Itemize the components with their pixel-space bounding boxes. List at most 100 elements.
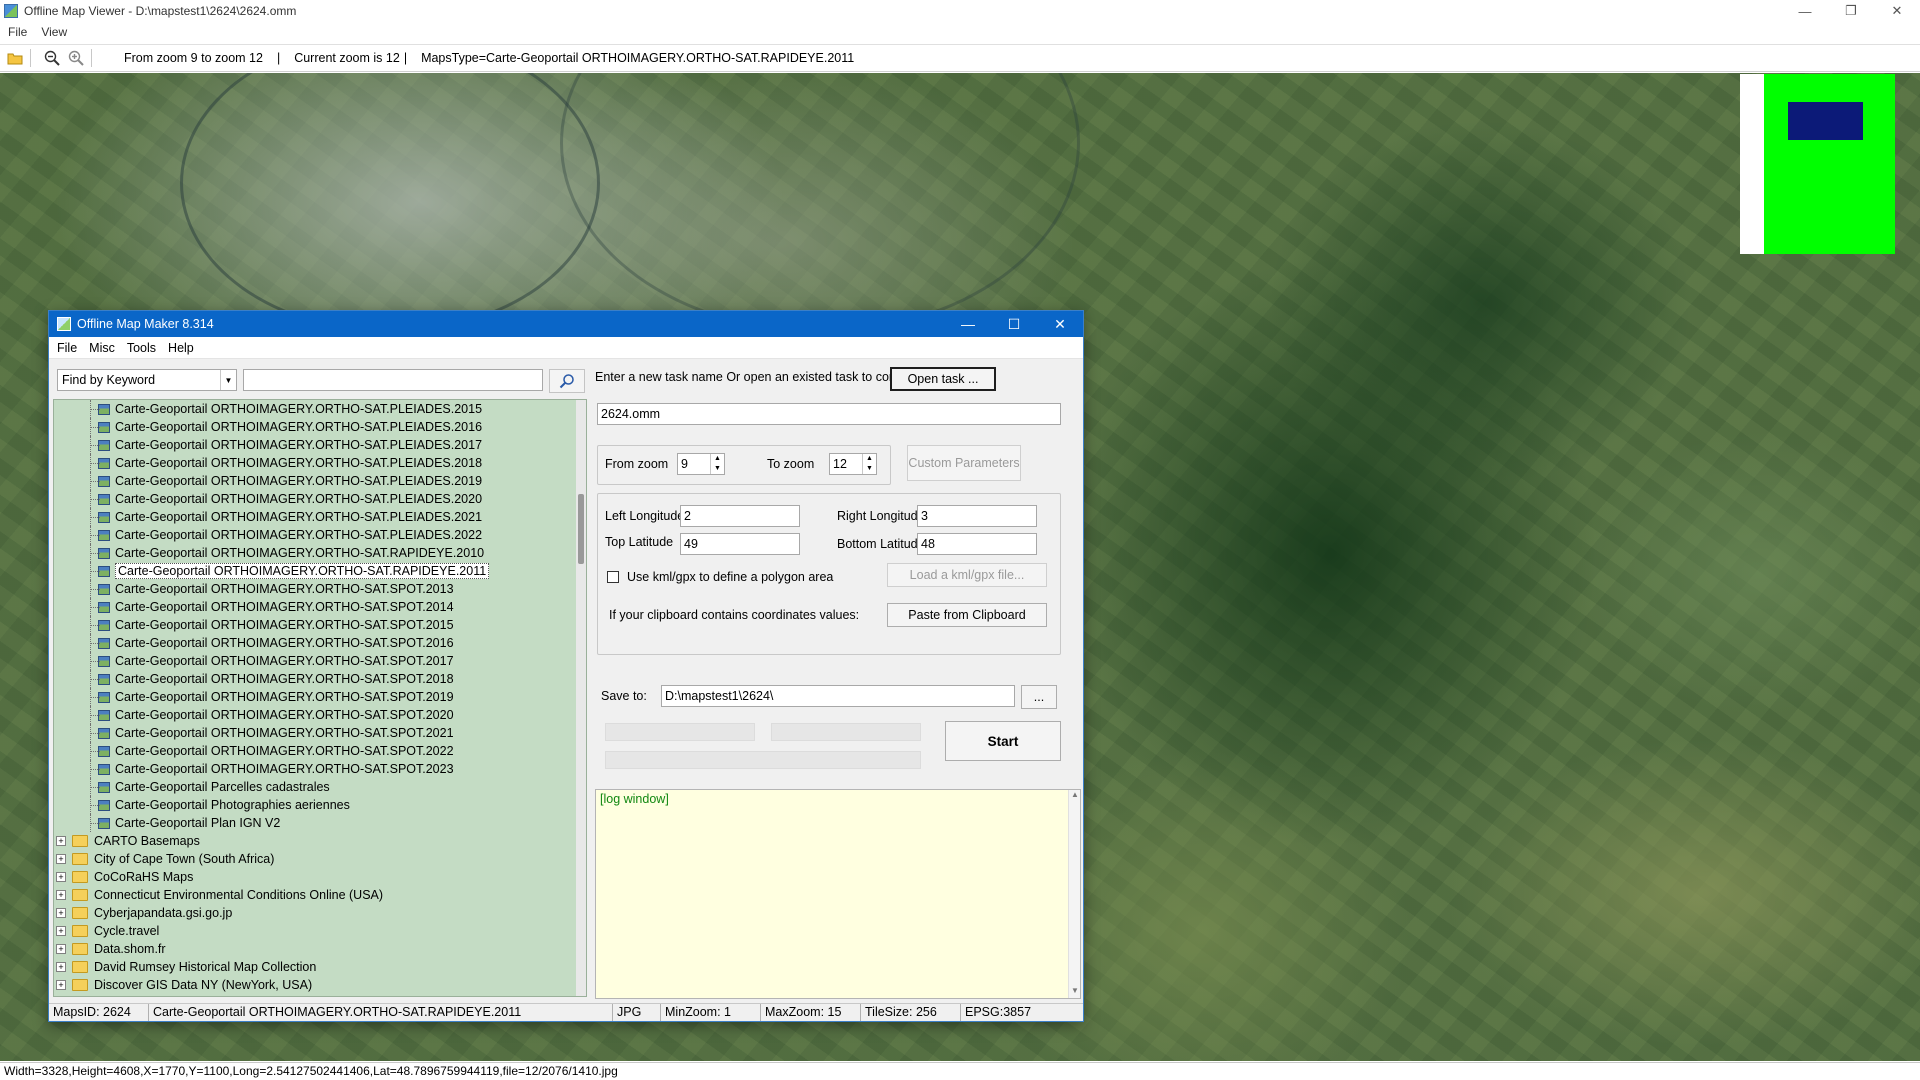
spinner-arrows-icon[interactable]: ▲ ▼ xyxy=(862,454,876,474)
expand-icon[interactable]: + xyxy=(56,890,66,900)
menu-file[interactable]: File xyxy=(8,25,27,39)
load-kml-button[interactable]: Load a kml/gpx file... xyxy=(887,563,1047,587)
tree-map-item[interactable]: Carte-Geoportail ORTHOIMAGERY.ORTHO-SAT.… xyxy=(54,454,578,472)
right-longitude-input[interactable] xyxy=(917,505,1037,527)
menu-tools[interactable]: Tools xyxy=(127,341,156,355)
open-task-button[interactable]: Open task ... xyxy=(890,367,996,391)
zoom-in-icon[interactable] xyxy=(67,49,85,67)
close-button[interactable]: ✕ xyxy=(1037,311,1083,337)
tree-connector xyxy=(90,409,100,410)
log-scrollbar[interactable]: ▲ ▼ xyxy=(1068,790,1080,998)
tree-map-item[interactable]: Carte-Geoportail Plan IGN V2 xyxy=(54,814,578,832)
search-input[interactable] xyxy=(243,369,543,391)
tree-map-item[interactable]: Carte-Geoportail ORTHOIMAGERY.ORTHO-SAT.… xyxy=(54,562,578,580)
tree-item-label: Carte-Geoportail Plan IGN V2 xyxy=(115,816,281,830)
save-path-input[interactable] xyxy=(661,685,1015,707)
tree-folder-item[interactable]: + CoCoRaHS Maps xyxy=(54,868,578,886)
task-name-input[interactable] xyxy=(597,403,1061,425)
tree-connector xyxy=(90,589,100,590)
spinner-arrows-icon[interactable]: ▲ ▼ xyxy=(710,454,724,474)
search-button[interactable] xyxy=(549,369,585,393)
app-icon xyxy=(4,4,18,18)
minimize-button[interactable]: — xyxy=(1782,0,1828,22)
expand-icon[interactable]: + xyxy=(56,836,66,846)
expand-icon[interactable]: + xyxy=(56,926,66,936)
tree-item-label: Carte-Geoportail ORTHOIMAGERY.ORTHO-SAT.… xyxy=(115,690,454,704)
expand-icon[interactable]: + xyxy=(56,908,66,918)
tree-map-item[interactable]: Carte-Geoportail ORTHOIMAGERY.ORTHO-SAT.… xyxy=(54,616,578,634)
tree-map-item[interactable]: Carte-Geoportail ORTHOIMAGERY.ORTHO-SAT.… xyxy=(54,652,578,670)
tree-scrollbar[interactable] xyxy=(576,400,586,996)
tree-map-item[interactable]: Carte-Geoportail ORTHOIMAGERY.ORTHO-SAT.… xyxy=(54,760,578,778)
tree-folder-item[interactable]: + Connecticut Environmental Conditions On… xyxy=(54,886,578,904)
menu-view[interactable]: View xyxy=(41,25,67,39)
tree-map-item[interactable]: Carte-Geoportail ORTHOIMAGERY.ORTHO-SAT.… xyxy=(54,688,578,706)
expand-icon[interactable]: + xyxy=(56,854,66,864)
scroll-up-icon[interactable]: ▲ xyxy=(1069,790,1081,802)
expand-icon[interactable]: + xyxy=(56,872,66,882)
minimize-button[interactable]: — xyxy=(945,311,991,337)
paste-clipboard-button[interactable]: Paste from Clipboard xyxy=(887,603,1047,627)
tree-map-item[interactable]: Carte-Geoportail ORTHOIMAGERY.ORTHO-SAT.… xyxy=(54,670,578,688)
tree-folder-item[interactable]: + Data.shom.fr xyxy=(54,940,578,958)
tree-map-item[interactable]: Carte-Geoportail ORTHOIMAGERY.ORTHO-SAT.… xyxy=(54,724,578,742)
open-folder-icon[interactable] xyxy=(6,49,24,67)
tree-map-item[interactable]: Carte-Geoportail ORTHOIMAGERY.ORTHO-SAT.… xyxy=(54,742,578,760)
left-longitude-input[interactable] xyxy=(680,505,800,527)
tree-item-label: Carte-Geoportail Photographies aeriennes xyxy=(115,798,350,812)
tree-map-item[interactable]: Carte-Geoportail ORTHOIMAGERY.ORTHO-SAT.… xyxy=(54,706,578,724)
top-latitude-input[interactable] xyxy=(680,533,800,555)
tree-connector xyxy=(90,445,100,446)
scroll-down-icon[interactable]: ▼ xyxy=(1069,986,1081,998)
tree-map-item[interactable]: Carte-Geoportail ORTHOIMAGERY.ORTHO-SAT.… xyxy=(54,490,578,508)
tree-map-item[interactable]: Carte-Geoportail ORTHOIMAGERY.ORTHO-SAT.… xyxy=(54,472,578,490)
maximize-button[interactable]: ☐ xyxy=(991,311,1037,337)
kml-polygon-checkbox[interactable] xyxy=(607,571,619,583)
custom-parameters-button[interactable]: Custom Parameters xyxy=(907,445,1021,481)
log-window[interactable]: [log window] ▲ ▼ xyxy=(595,789,1081,999)
zoom-out-icon[interactable] xyxy=(43,49,61,67)
tree-connector xyxy=(90,715,100,716)
tree-folder-label: City of Cape Town (South Africa) xyxy=(94,852,275,866)
expand-icon[interactable]: + xyxy=(56,962,66,972)
expand-icon[interactable]: + xyxy=(56,980,66,990)
tree-map-item[interactable]: Carte-Geoportail ORTHOIMAGERY.ORTHO-SAT.… xyxy=(54,544,578,562)
tree-map-item[interactable]: Carte-Geoportail ORTHOIMAGERY.ORTHO-SAT.… xyxy=(54,508,578,526)
tree-item-label: Carte-Geoportail ORTHOIMAGERY.ORTHO-SAT.… xyxy=(115,708,454,722)
tree-folder-item[interactable]: + Cycle.travel xyxy=(54,922,578,940)
tree-folder-item[interactable]: + CARTO Basemaps xyxy=(54,832,578,850)
tree-map-item[interactable]: Carte-Geoportail Photographies aeriennes xyxy=(54,796,578,814)
browse-button[interactable]: ... xyxy=(1021,685,1057,709)
tree-map-item[interactable]: Carte-Geoportail ORTHOIMAGERY.ORTHO-SAT.… xyxy=(54,400,578,418)
bottom-latitude-input[interactable] xyxy=(917,533,1037,555)
close-button[interactable]: ✕ xyxy=(1874,0,1920,22)
tree-map-item[interactable]: Carte-Geoportail ORTHOIMAGERY.ORTHO-SAT.… xyxy=(54,436,578,454)
tree-scrollbar-thumb[interactable] xyxy=(578,494,584,564)
restore-button[interactable]: ❐ xyxy=(1828,0,1874,22)
search-mode-select[interactable]: Find by Keyword ▼ xyxy=(57,369,237,391)
tree-folder-item[interactable]: + David Rumsey Historical Map Collection xyxy=(54,958,578,976)
folder-icon xyxy=(72,871,88,883)
menu-misc[interactable]: Misc xyxy=(89,341,115,355)
tree-map-item[interactable]: Carte-Geoportail ORTHOIMAGERY.ORTHO-SAT.… xyxy=(54,580,578,598)
tree-connector xyxy=(90,787,100,788)
menu-file[interactable]: File xyxy=(57,341,77,355)
tree-map-item[interactable]: Carte-Geoportail ORTHOIMAGERY.ORTHO-SAT.… xyxy=(54,598,578,616)
tree-map-item[interactable]: Carte-Geoportail Parcelles cadastrales xyxy=(54,778,578,796)
start-button[interactable]: Start xyxy=(945,721,1061,761)
tree-folder-item[interactable]: + Discover GIS Data NY (NewYork, USA) xyxy=(54,976,578,994)
chevron-down-icon[interactable]: ▼ xyxy=(220,370,236,390)
to-zoom-spinner[interactable]: 12 ▲ ▼ xyxy=(829,453,877,475)
from-zoom-spinner[interactable]: 9 ▲ ▼ xyxy=(677,453,725,475)
menu-help[interactable]: Help xyxy=(168,341,194,355)
expand-icon[interactable]: + xyxy=(56,944,66,954)
tree-map-item[interactable]: Carte-Geoportail ORTHOIMAGERY.ORTHO-SAT.… xyxy=(54,418,578,436)
overview-minimap[interactable] xyxy=(1740,74,1895,254)
minimap-viewport[interactable] xyxy=(1788,102,1863,140)
tree-item-label: Carte-Geoportail ORTHOIMAGERY.ORTHO-SAT.… xyxy=(115,582,454,596)
tree-folder-item[interactable]: + City of Cape Town (South Africa) xyxy=(54,850,578,868)
tree-map-item[interactable]: Carte-Geoportail ORTHOIMAGERY.ORTHO-SAT.… xyxy=(54,526,578,544)
tree-folder-item[interactable]: + Cyberjapandata.gsi.go.jp xyxy=(54,904,578,922)
tree-map-item[interactable]: Carte-Geoportail ORTHOIMAGERY.ORTHO-SAT.… xyxy=(54,634,578,652)
maps-tree[interactable]: Carte-Geoportail ORTHOIMAGERY.ORTHO-SAT.… xyxy=(53,399,587,997)
